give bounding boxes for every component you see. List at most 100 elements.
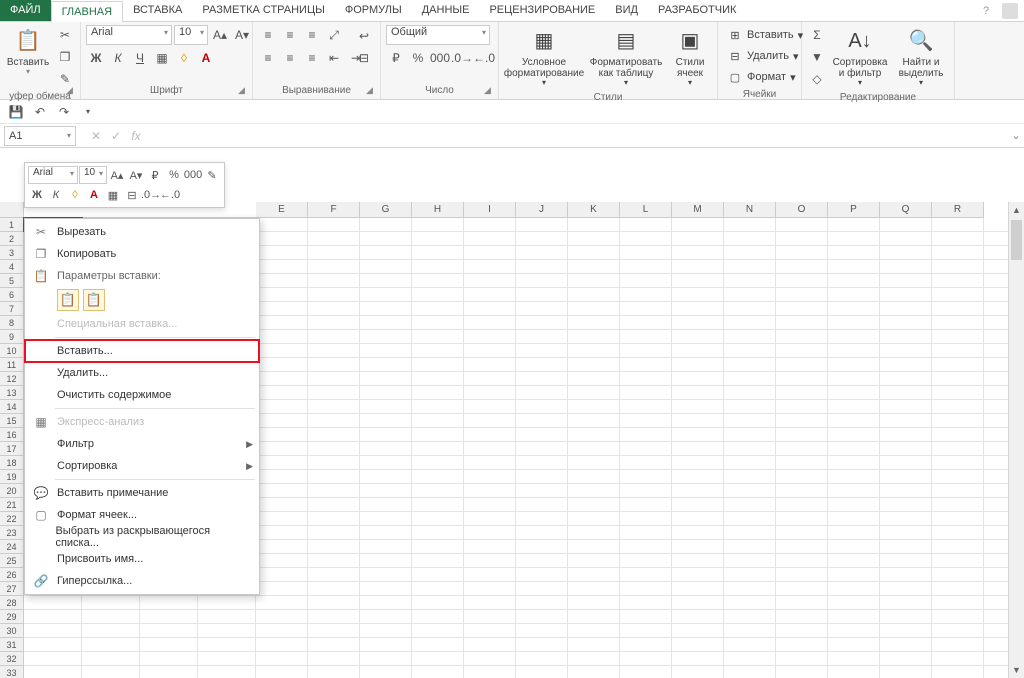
cell[interactable] xyxy=(464,442,516,456)
cell[interactable] xyxy=(308,400,360,414)
cell[interactable] xyxy=(568,498,620,512)
cell[interactable] xyxy=(880,498,932,512)
underline-button[interactable]: Ч xyxy=(130,48,150,68)
row-header[interactable]: 25 xyxy=(0,554,24,568)
cell[interactable] xyxy=(308,610,360,624)
cell[interactable] xyxy=(516,568,568,582)
tab-file[interactable]: ФАЙЛ xyxy=(0,0,51,21)
cell[interactable] xyxy=(464,232,516,246)
cell[interactable] xyxy=(516,666,568,678)
cell[interactable] xyxy=(932,428,984,442)
cell[interactable] xyxy=(516,386,568,400)
cell[interactable] xyxy=(412,512,464,526)
cell[interactable] xyxy=(932,554,984,568)
cell[interactable] xyxy=(880,260,932,274)
scroll-down-icon[interactable]: ▼ xyxy=(1009,662,1024,678)
cell[interactable] xyxy=(412,232,464,246)
cell[interactable] xyxy=(724,274,776,288)
cell[interactable] xyxy=(724,302,776,316)
cell[interactable] xyxy=(620,540,672,554)
cell[interactable] xyxy=(256,302,308,316)
col-header[interactable]: E xyxy=(256,202,308,218)
accounting-format-button[interactable]: ₽ xyxy=(386,48,406,68)
cell[interactable] xyxy=(360,568,412,582)
cell[interactable] xyxy=(568,456,620,470)
cell[interactable] xyxy=(724,498,776,512)
cell[interactable] xyxy=(568,246,620,260)
cell[interactable] xyxy=(724,288,776,302)
cell[interactable] xyxy=(776,442,828,456)
row-header[interactable]: 33 xyxy=(0,666,24,678)
cell[interactable] xyxy=(516,554,568,568)
font-color-button[interactable]: A xyxy=(196,48,216,68)
cell[interactable] xyxy=(880,666,932,678)
cell[interactable] xyxy=(360,540,412,554)
user-account-icon[interactable] xyxy=(1002,3,1018,19)
cell[interactable] xyxy=(82,596,140,610)
ctx-clear-contents[interactable]: Очистить содержимое xyxy=(25,384,259,406)
cell[interactable] xyxy=(308,260,360,274)
cell[interactable] xyxy=(516,330,568,344)
fill-color-button[interactable]: ◊ xyxy=(174,48,194,68)
cell[interactable] xyxy=(672,330,724,344)
cell[interactable] xyxy=(568,554,620,568)
col-header[interactable]: N xyxy=(724,202,776,218)
cell[interactable] xyxy=(568,540,620,554)
cell[interactable] xyxy=(932,498,984,512)
cell[interactable] xyxy=(256,554,308,568)
wrap-text-button[interactable]: ↩ xyxy=(354,26,374,46)
cell[interactable] xyxy=(412,526,464,540)
cell[interactable] xyxy=(308,526,360,540)
mini-percent[interactable]: % xyxy=(165,166,183,184)
select-all-button[interactable] xyxy=(0,202,24,218)
tab-page-layout[interactable]: РАЗМЕТКА СТРАНИЦЫ xyxy=(192,0,334,21)
cell[interactable] xyxy=(932,568,984,582)
cell[interactable] xyxy=(828,386,880,400)
bold-button[interactable]: Ж xyxy=(86,48,106,68)
cell[interactable] xyxy=(828,554,880,568)
cell[interactable] xyxy=(776,428,828,442)
mini-comma[interactable]: 000 xyxy=(184,166,202,184)
cell[interactable] xyxy=(880,610,932,624)
cell[interactable] xyxy=(412,470,464,484)
delete-cells-button[interactable]: ⊟Удалить ▾ xyxy=(723,46,803,66)
cell[interactable] xyxy=(568,512,620,526)
cell[interactable] xyxy=(464,260,516,274)
cell[interactable] xyxy=(516,358,568,372)
cell[interactable] xyxy=(464,274,516,288)
cell[interactable] xyxy=(516,414,568,428)
cell[interactable] xyxy=(620,274,672,288)
cell[interactable] xyxy=(568,470,620,484)
paste-option-values[interactable]: 📋 xyxy=(83,289,105,311)
cell[interactable] xyxy=(672,484,724,498)
cell[interactable] xyxy=(672,582,724,596)
cell[interactable] xyxy=(568,288,620,302)
cell[interactable] xyxy=(932,442,984,456)
cell[interactable] xyxy=(672,610,724,624)
cell[interactable] xyxy=(568,274,620,288)
cell[interactable] xyxy=(932,652,984,666)
cell[interactable] xyxy=(880,540,932,554)
cell[interactable] xyxy=(308,428,360,442)
cell[interactable] xyxy=(828,260,880,274)
cell[interactable] xyxy=(140,666,198,678)
cell[interactable] xyxy=(828,582,880,596)
cell[interactable] xyxy=(724,330,776,344)
cell[interactable] xyxy=(828,218,880,232)
cell[interactable] xyxy=(932,302,984,316)
cell[interactable] xyxy=(880,372,932,386)
row-header[interactable]: 21 xyxy=(0,498,24,512)
cell[interactable] xyxy=(724,456,776,470)
cell[interactable] xyxy=(140,638,198,652)
decrease-font-button[interactable]: A▾ xyxy=(232,25,252,45)
percent-format-button[interactable]: % xyxy=(408,48,428,68)
cell[interactable] xyxy=(672,428,724,442)
cell[interactable] xyxy=(516,372,568,386)
cell[interactable] xyxy=(828,428,880,442)
cell[interactable] xyxy=(516,526,568,540)
cell[interactable] xyxy=(828,358,880,372)
mini-font-color[interactable]: A xyxy=(85,186,103,204)
cell[interactable] xyxy=(620,582,672,596)
cell[interactable] xyxy=(360,260,412,274)
cell[interactable] xyxy=(256,526,308,540)
